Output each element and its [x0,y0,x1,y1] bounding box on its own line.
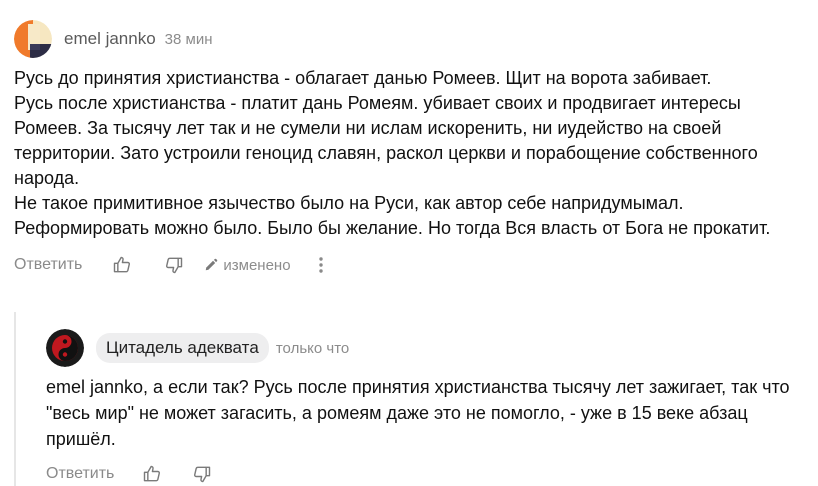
edited-indicator: изменено [204,256,291,274]
comment-paragraph: Не такое примитивное язычество было на Р… [14,193,771,238]
more-vertical-icon[interactable] [311,253,331,277]
timestamp: только что [275,339,350,357]
comment-header: emel jannko 38 мин [14,18,804,60]
thread-line [14,312,16,486]
thumbs-up-icon[interactable] [110,253,134,277]
reply-button[interactable]: Ответить [46,465,114,483]
reply-actions: Ответить [46,462,806,486]
avatar[interactable] [14,20,52,58]
avatar[interactable] [46,329,84,367]
pencil-icon [204,258,218,272]
thumbs-down-icon[interactable] [162,253,186,277]
thumbs-up-icon[interactable] [140,462,164,486]
thumbs-down-icon[interactable] [190,462,214,486]
comment-paragraph: Русь до принятия христианства - облагает… [14,68,712,88]
reply-comment: Цитадель адекватa только что emel jannko… [46,328,806,486]
comment: emel jannko 38 мин Русь до принятия хрис… [14,18,804,277]
comment-text: Русь до принятия христианства - облагает… [14,66,804,241]
author-name[interactable]: Цитадель адекватa [96,333,269,363]
author-name[interactable]: emel jannko [64,29,156,49]
reply-header: Цитадель адекватa только что [46,328,806,368]
comment-paragraph: Русь после христианства - платит дань Ро… [14,93,758,188]
timestamp: 38 мин [164,30,213,48]
reply-text: emel jannko, а если так? Русь после прин… [46,377,790,449]
edited-label: изменено [223,256,291,274]
comment-actions: Ответить изменено [14,253,804,277]
reply-button[interactable]: Ответить [14,256,82,274]
